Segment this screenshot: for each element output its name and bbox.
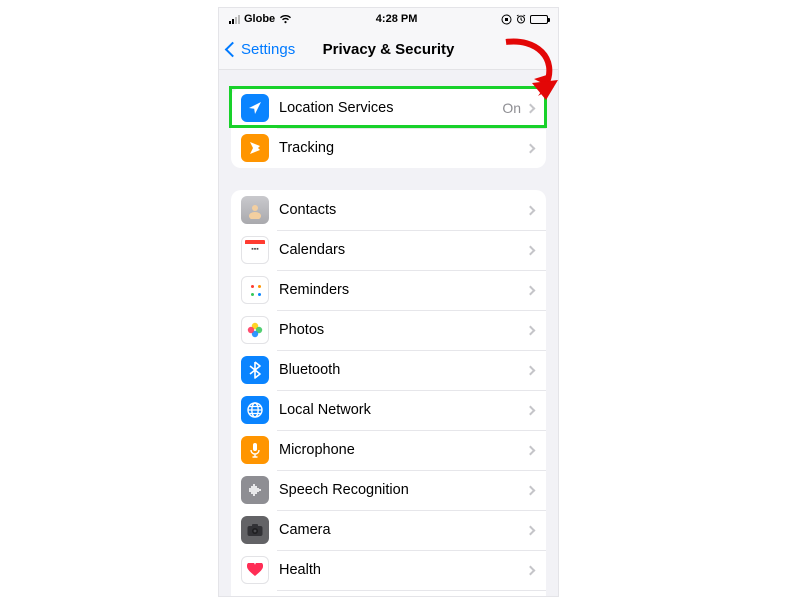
label-location-services: Location Services (279, 100, 502, 116)
carrier-label: Globe (244, 13, 275, 25)
label-speech-recognition: Speech Recognition (279, 482, 527, 498)
chevron-right-icon (526, 143, 536, 153)
row-camera[interactable]: Camera (231, 510, 546, 550)
group-primary: Location ServicesOn Tracking (231, 88, 546, 168)
signal-icon (229, 15, 240, 24)
chevron-right-icon (526, 405, 536, 415)
clock: 4:28 PM (376, 13, 418, 25)
chevron-right-icon (526, 325, 536, 335)
wifi-icon (279, 14, 292, 24)
tracking-icon (241, 134, 269, 162)
chevron-right-icon (526, 285, 536, 295)
label-calendars: Calendars (279, 242, 527, 258)
label-bluetooth: Bluetooth (279, 362, 527, 378)
page-title: Privacy & Security (323, 41, 455, 58)
row-bluetooth[interactable]: Bluetooth (231, 350, 546, 390)
chevron-right-icon (526, 205, 536, 215)
row-calendars[interactable]: ▪▪▪ Calendars (231, 230, 546, 270)
chevron-right-icon (526, 525, 536, 535)
bluetooth-icon (241, 356, 269, 384)
reminders-icon (241, 276, 269, 304)
row-health[interactable]: Health (231, 550, 546, 590)
speech-recognition-icon (241, 476, 269, 504)
row-research[interactable]: Research Sensor & Usage Data (231, 590, 546, 597)
row-microphone[interactable]: Microphone (231, 430, 546, 470)
chevron-left-icon (225, 42, 241, 58)
phone-frame: Globe 4:28 PM Settings Privacy & Securit… (218, 7, 559, 597)
value-location-services: On (502, 100, 521, 116)
row-location-services[interactable]: Location ServicesOn (231, 88, 546, 128)
location-services-icon (241, 94, 269, 122)
photos-icon (241, 316, 269, 344)
status-bar: Globe 4:28 PM (219, 8, 558, 30)
label-local-network: Local Network (279, 402, 527, 418)
label-reminders: Reminders (279, 282, 527, 298)
chevron-right-icon (526, 485, 536, 495)
alarm-icon (516, 14, 526, 24)
row-local-network[interactable]: Local Network (231, 390, 546, 430)
chevron-right-icon (526, 365, 536, 375)
nav-bar: Settings Privacy & Security (219, 30, 558, 70)
back-button[interactable]: Settings (225, 30, 295, 69)
label-photos: Photos (279, 322, 527, 338)
calendars-icon: ▪▪▪ (241, 236, 269, 264)
row-contacts[interactable]: Contacts (231, 190, 546, 230)
contacts-icon (241, 196, 269, 224)
chevron-right-icon (526, 565, 536, 575)
label-microphone: Microphone (279, 442, 527, 458)
row-tracking[interactable]: Tracking (231, 128, 546, 168)
local-network-icon (241, 396, 269, 424)
row-reminders[interactable]: Reminders (231, 270, 546, 310)
group-data-access: Contacts ▪▪▪ Calendars Reminders Photos Bluet… (231, 190, 546, 597)
label-camera: Camera (279, 522, 527, 538)
microphone-icon (241, 436, 269, 464)
chevron-right-icon (526, 445, 536, 455)
chevron-right-icon (526, 245, 536, 255)
row-speech-recognition[interactable]: Speech Recognition (231, 470, 546, 510)
orientation-lock-icon (501, 14, 512, 25)
row-photos[interactable]: Photos (231, 310, 546, 350)
chevron-right-icon (526, 103, 536, 113)
label-tracking: Tracking (279, 140, 527, 156)
label-contacts: Contacts (279, 202, 527, 218)
camera-icon (241, 516, 269, 544)
back-label: Settings (241, 41, 295, 58)
research-icon (241, 596, 269, 597)
label-health: Health (279, 562, 527, 578)
health-icon (241, 556, 269, 584)
battery-icon (530, 15, 548, 24)
